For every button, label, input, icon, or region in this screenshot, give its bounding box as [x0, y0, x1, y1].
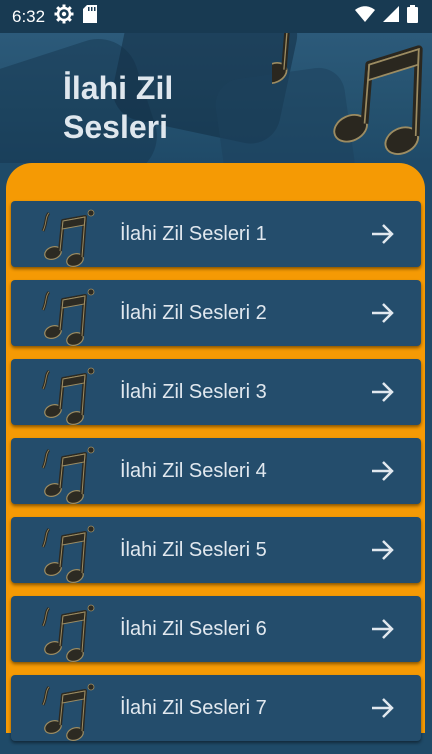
list-item[interactable]: İlahi Zil Sesleri 7 [11, 675, 421, 745]
music-note-icon [37, 287, 97, 351]
list-item-label: İlahi Zil Sesleri 1 [120, 222, 267, 245]
page-title: İlahi Zil Sesleri [63, 70, 174, 145]
music-note-icon [37, 603, 97, 667]
list-item-label: İlahi Zil Sesleri 2 [120, 301, 267, 324]
battery-icon [407, 5, 418, 28]
arrow-right-icon[interactable] [371, 302, 395, 329]
signal-icon [383, 6, 399, 27]
list-item-label: İlahi Zil Sesleri 4 [120, 459, 267, 482]
wifi-icon [355, 6, 375, 27]
list-item[interactable]: İlahi Zil Sesleri 3 [11, 359, 421, 429]
arrow-right-icon[interactable] [371, 539, 395, 566]
music-note-icon [37, 208, 97, 272]
list-item[interactable]: İlahi Zil Sesleri 2 [11, 280, 421, 350]
arrow-right-icon[interactable] [371, 223, 395, 250]
list-item[interactable]: İlahi Zil Sesleri 5 [11, 517, 421, 587]
list-item[interactable]: İlahi Zil Sesleri 4 [11, 438, 421, 508]
ringtone-list: İlahi Zil Sesleri 1 İlahi Zil Sesleri 2 … [11, 201, 421, 754]
music-note-icon [37, 524, 97, 588]
list-item-label: İlahi Zil Sesleri 3 [120, 380, 267, 403]
music-note-icon [37, 682, 97, 746]
arrow-right-icon[interactable] [371, 618, 395, 645]
list-item[interactable]: İlahi Zil Sesleri 1 [11, 201, 421, 271]
status-time: 6:32 [12, 6, 46, 26]
list-item-label: İlahi Zil Sesleri 5 [120, 538, 267, 561]
sd-card-icon [83, 5, 98, 28]
list-item-label: İlahi Zil Sesleri 6 [120, 617, 267, 640]
music-note-icon [37, 445, 97, 509]
arrow-right-icon[interactable] [371, 381, 395, 408]
music-note-icon [37, 366, 97, 430]
arrow-right-icon[interactable] [371, 460, 395, 487]
app-header: İlahi Zil Sesleri [0, 33, 432, 163]
list-item[interactable]: İlahi Zil Sesleri 6 [11, 596, 421, 666]
status-bar: 6:32 [0, 0, 432, 33]
list-item-label: İlahi Zil Sesleri 7 [120, 696, 267, 719]
gear-icon [54, 4, 74, 29]
music-notes-icon [260, 33, 432, 163]
